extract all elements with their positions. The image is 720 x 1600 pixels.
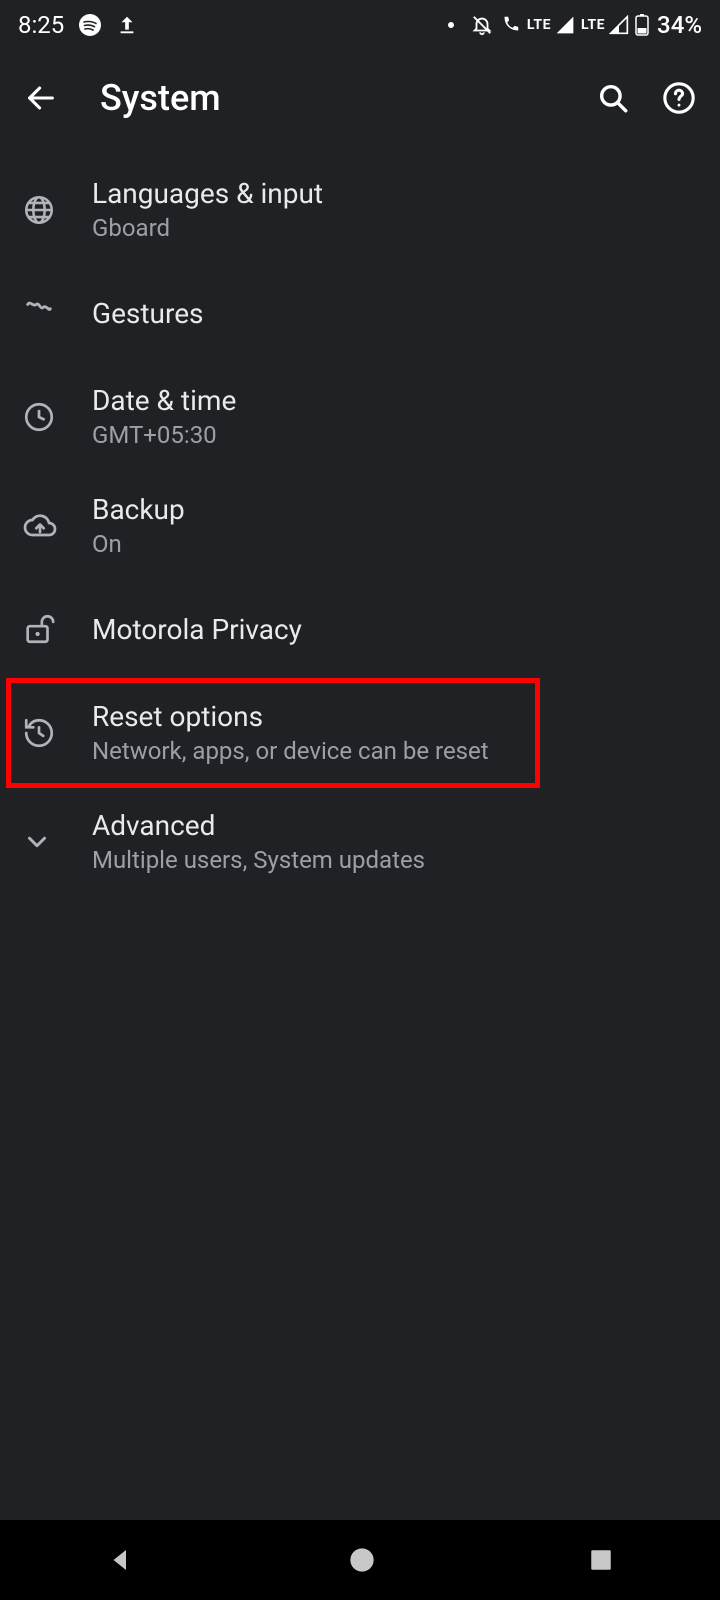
settings-list: Languages & input Gboard Gestures Date &… bbox=[0, 145, 720, 896]
item-advanced[interactable]: Advanced Multiple users, System updates bbox=[0, 787, 720, 896]
status-time: 8:25 bbox=[18, 11, 64, 39]
item-reset-options[interactable]: Reset options Network, apps, or device c… bbox=[0, 678, 720, 787]
help-button[interactable] bbox=[662, 81, 696, 115]
status-bar: 8:25 LTE LTE 34% bbox=[0, 0, 720, 50]
nav-bar bbox=[0, 1520, 720, 1600]
signal-icon-2 bbox=[609, 15, 629, 35]
gesture-icon bbox=[22, 296, 92, 330]
item-title: Reset options bbox=[92, 700, 696, 733]
lock-open-icon bbox=[22, 612, 92, 646]
clock-icon bbox=[22, 400, 92, 434]
nav-recent-button[interactable] bbox=[588, 1547, 614, 1573]
item-date-time[interactable]: Date & time GMT+05:30 bbox=[0, 362, 720, 471]
battery-percent: 34% bbox=[657, 11, 702, 39]
item-motorola-privacy[interactable]: Motorola Privacy bbox=[0, 580, 720, 678]
item-backup[interactable]: Backup On bbox=[0, 471, 720, 580]
page-title: System bbox=[100, 77, 596, 119]
item-subtitle: Network, apps, or device can be reset bbox=[92, 737, 696, 765]
spotify-icon bbox=[78, 13, 102, 37]
item-subtitle: Multiple users, System updates bbox=[92, 846, 696, 874]
lte-label-1: LTE bbox=[527, 17, 551, 33]
item-title: Date & time bbox=[92, 384, 696, 417]
dot-icon bbox=[447, 21, 455, 29]
app-header: System bbox=[0, 50, 720, 145]
restore-icon bbox=[22, 716, 92, 750]
item-title: Advanced bbox=[92, 809, 696, 842]
dnd-off-icon bbox=[471, 14, 493, 36]
item-gestures[interactable]: Gestures bbox=[0, 264, 720, 362]
battery-icon bbox=[635, 14, 649, 36]
item-title: Gestures bbox=[92, 297, 696, 330]
nav-home-button[interactable] bbox=[348, 1546, 376, 1574]
upload-icon bbox=[116, 14, 138, 36]
signal-icon-1 bbox=[555, 15, 575, 35]
lte-label-2: LTE bbox=[581, 17, 605, 33]
cloud-upload-icon bbox=[22, 511, 92, 541]
item-languages-input[interactable]: Languages & input Gboard bbox=[0, 155, 720, 264]
globe-icon bbox=[22, 193, 92, 227]
item-title: Motorola Privacy bbox=[92, 613, 696, 646]
item-title: Backup bbox=[92, 493, 696, 526]
search-button[interactable] bbox=[596, 81, 630, 115]
wifi-calling-icon bbox=[499, 14, 521, 36]
item-title: Languages & input bbox=[92, 177, 696, 210]
chevron-down-icon bbox=[22, 827, 92, 857]
item-subtitle: On bbox=[92, 530, 696, 558]
nav-back-button[interactable] bbox=[106, 1545, 136, 1575]
item-subtitle: GMT+05:30 bbox=[92, 421, 696, 449]
back-button[interactable] bbox=[24, 81, 64, 115]
item-subtitle: Gboard bbox=[92, 214, 696, 242]
